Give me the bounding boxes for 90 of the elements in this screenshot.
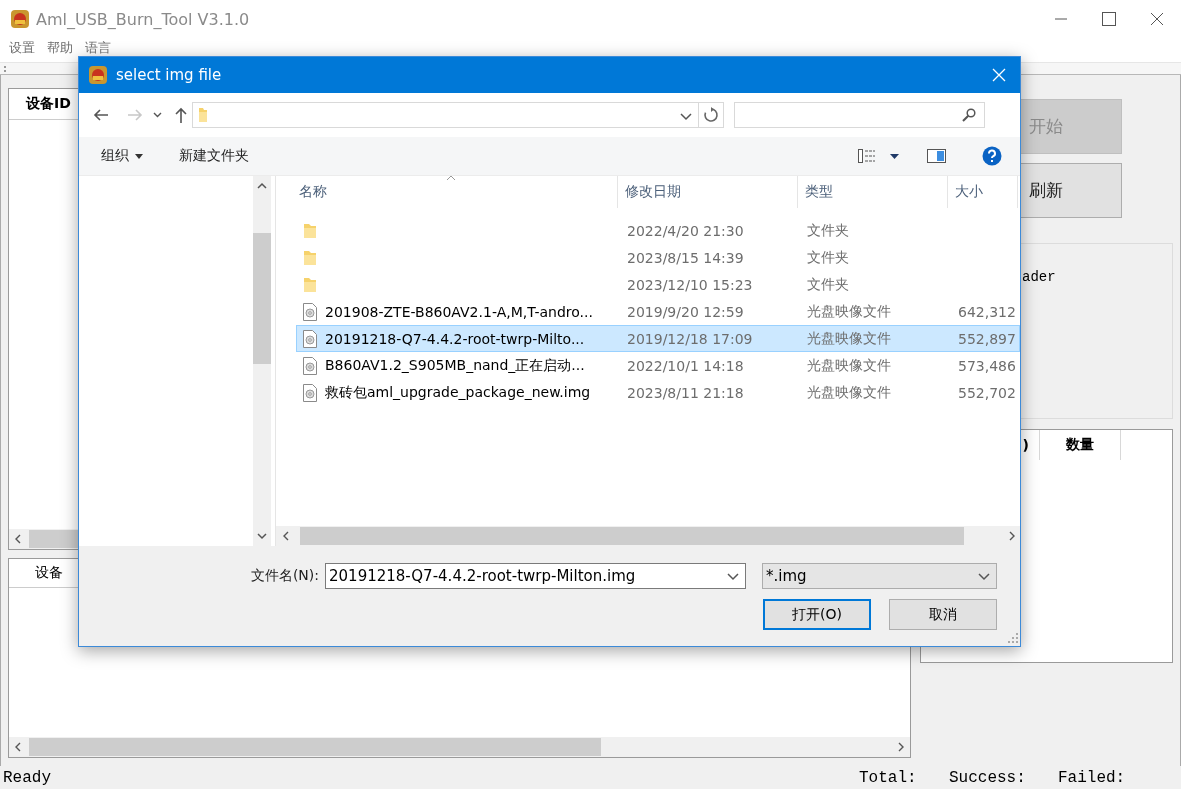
file-type: 光盘映像文件 [807, 356, 891, 375]
folder-icon [198, 107, 208, 123]
dialog-title: select img file [116, 66, 222, 84]
file-row[interactable]: 2023/12/10 15:23 文件夹 [296, 271, 1020, 298]
disc-file-icon [303, 383, 317, 402]
menu-item[interactable]: 设置 [9, 38, 35, 62]
scroll-left-icon[interactable] [14, 534, 22, 544]
address-field[interactable] [192, 102, 724, 128]
success-label: Success: [949, 768, 1027, 787]
file-name-label: 文件名(N): [249, 567, 319, 585]
column-header[interactable]: 类型 [798, 176, 948, 208]
column-header[interactable]: 名称 [276, 176, 618, 208]
window-title: Aml_USB_Burn_Tool V3.1.0 [36, 9, 250, 29]
scroll-right-icon[interactable] [897, 742, 905, 752]
sort-caret-icon [446, 175, 456, 181]
scroll-up-icon[interactable] [257, 182, 267, 189]
file-size: 552,702 [958, 384, 1016, 401]
file-date: 2019/12/18 17:09 [627, 330, 753, 347]
file-size: 552,897 [958, 330, 1016, 347]
scroll-left-icon[interactable] [14, 742, 22, 752]
search-icon [962, 108, 976, 122]
dropdown-icon[interactable] [727, 573, 739, 581]
app-icon [10, 9, 30, 29]
close-icon[interactable] [1150, 12, 1164, 26]
scroll-down-icon[interactable] [257, 533, 267, 540]
dropdown-icon[interactable] [978, 573, 990, 581]
folder-icon [303, 249, 317, 266]
failed-label: Failed: [1058, 768, 1126, 787]
file-date: 2019/9/20 12:59 [627, 303, 744, 320]
file-date: 2023/12/10 15:23 [627, 276, 753, 293]
organize-menu[interactable]: 组织 [101, 147, 143, 165]
file-row[interactable]: 2022/4/20 21:30 文件夹 [296, 217, 1020, 244]
file-row[interactable]: 201908-ZTE-B860AV2.1-A,M,T-andro... 2019/9/20 12:59 光盘映像文件 642,312 [296, 298, 1020, 325]
scroll-left-icon[interactable] [282, 531, 290, 541]
view-list-icon[interactable] [858, 149, 876, 163]
status-text: Ready [3, 768, 52, 787]
column-header[interactable]: 大小 [948, 176, 1018, 208]
caret-icon[interactable] [890, 153, 899, 159]
scroll-right-icon[interactable] [1008, 531, 1016, 541]
file-row[interactable]: B860AV1.2_S905MB_nand_正在启动... 2022/10/1 14:18 光盘映像文件 573,486 [296, 352, 1020, 379]
file-name-field[interactable]: 20191218-Q7-4.4.2-root-twrp-Milton.img [325, 563, 746, 589]
scrollbar-thumb[interactable] [29, 738, 601, 756]
preview-pane-icon[interactable] [927, 149, 946, 163]
folder-icon [303, 222, 317, 239]
disc-file-icon [303, 302, 317, 321]
total-label: Total: [859, 768, 918, 787]
scrollbar-thumb[interactable] [253, 233, 271, 364]
app-icon [88, 65, 108, 85]
dropdown-icon[interactable] [680, 112, 692, 121]
file-type: 文件夹 [807, 275, 849, 294]
file-name: 20191218-Q7-4.4.2-root-twrp-Milto... [325, 330, 585, 347]
disc-file-icon [303, 356, 317, 375]
file-type: 光盘映像文件 [807, 329, 891, 348]
column-header[interactable]: 数量 [1040, 430, 1121, 460]
up-arrow-icon[interactable] [174, 106, 188, 124]
file-name: B860AV1.2_S905MB_nand_正在启动... [325, 356, 585, 375]
log-text: ader [1022, 269, 1056, 285]
file-size: 642,312 [958, 303, 1016, 320]
search-field[interactable] [734, 102, 985, 128]
file-type: 文件夹 [807, 248, 849, 267]
file-date: 2023/8/11 21:18 [627, 384, 744, 401]
file-date: 2022/4/20 21:30 [627, 222, 744, 239]
open-button[interactable]: 打开(O) [763, 599, 871, 630]
file-date: 2022/10/1 14:18 [627, 357, 744, 374]
file-row[interactable]: 2023/8/15 14:39 文件夹 [296, 244, 1020, 271]
caret-icon [135, 153, 143, 159]
folder-icon [303, 276, 317, 293]
grip-icon[interactable] [4, 65, 7, 73]
help-icon[interactable] [982, 146, 1002, 166]
file-type: 文件夹 [807, 221, 849, 240]
disc-file-icon [303, 329, 317, 348]
maximize-icon[interactable] [1102, 12, 1116, 26]
refresh-icon[interactable] [703, 107, 719, 123]
file-type: 光盘映像文件 [807, 302, 891, 321]
file-type: 光盘映像文件 [807, 383, 891, 402]
menu-item[interactable]: 帮助 [47, 38, 73, 62]
new-folder-button[interactable]: 新建文件夹 [179, 147, 249, 165]
file-size: 573,486 [958, 357, 1016, 374]
file-date: 2023/8/15 14:39 [627, 249, 744, 266]
recent-dropdown-icon[interactable] [153, 112, 162, 118]
file-row[interactable]: 20191218-Q7-4.4.2-root-twrp-Milto... 2019/12/18 17:09 光盘映像文件 552,897 [296, 325, 1020, 352]
column-header[interactable]: 修改日期 [618, 176, 798, 208]
back-arrow-icon[interactable] [93, 108, 109, 122]
scrollbar-thumb[interactable] [300, 527, 964, 545]
file-type-dropdown[interactable]: *.img [762, 563, 997, 589]
cancel-button[interactable]: 取消 [889, 599, 997, 630]
file-name: 201908-ZTE-B860AV2.1-A,M,T-andro... [325, 303, 593, 320]
file-name: 救砖包aml_upgrade_package_new.img [325, 383, 591, 402]
file-row[interactable]: 救砖包aml_upgrade_package_new.img 2023/8/11 21:18 光盘映像文件 552,702 [296, 379, 1020, 406]
resize-grip-icon[interactable] [1008, 633, 1018, 643]
